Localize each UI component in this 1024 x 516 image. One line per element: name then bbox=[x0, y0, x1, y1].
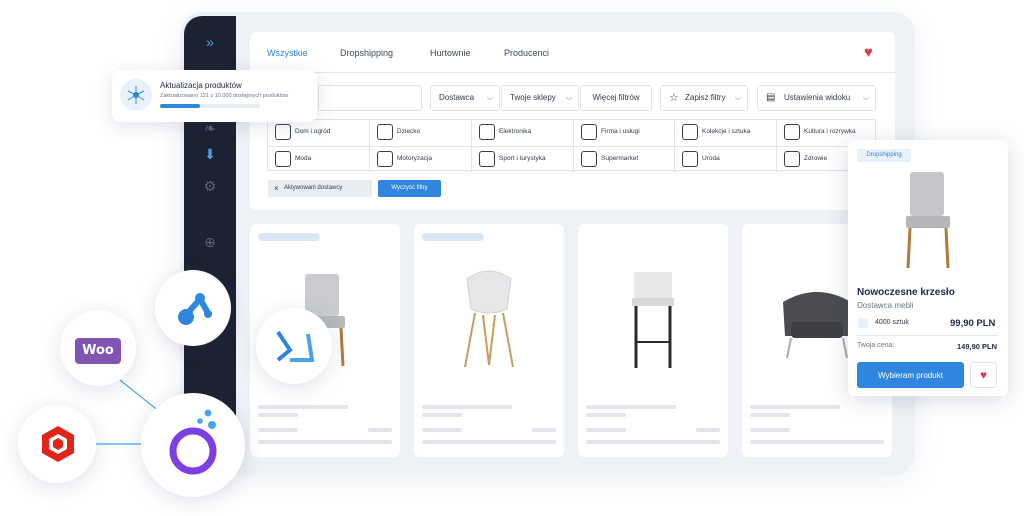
lotus-icon bbox=[682, 151, 698, 167]
product-name: Nowoczesne krzesło bbox=[857, 287, 955, 298]
product-card[interactable] bbox=[414, 224, 564, 457]
teddy-bear-icon bbox=[377, 124, 393, 140]
settings-icon[interactable]: ⚙ bbox=[202, 178, 218, 194]
category-sport-i-turystyka[interactable]: Sport i turystyka bbox=[473, 146, 546, 172]
product-stock: 4000 sztuk bbox=[875, 319, 909, 326]
tab-wszystkie[interactable]: Wszystkie bbox=[267, 48, 308, 58]
tv-icon bbox=[479, 124, 495, 140]
chair-image bbox=[464, 270, 514, 368]
product-card[interactable] bbox=[578, 224, 728, 457]
search-input[interactable] bbox=[318, 85, 422, 111]
close-icon[interactable]: × bbox=[274, 180, 279, 197]
category-firma-i-uslugi[interactable]: Firma i usługi bbox=[575, 119, 640, 145]
supplier-select[interactable]: Dostawca ⌵ bbox=[430, 85, 500, 111]
your-price-value: 149,90 PLN bbox=[957, 342, 998, 351]
stock-chart-icon bbox=[858, 318, 868, 328]
handshake-icon bbox=[581, 124, 597, 140]
tab-producenci[interactable]: Producenci bbox=[504, 48, 549, 58]
shoper-logo bbox=[42, 426, 74, 462]
armchair-image bbox=[783, 292, 851, 359]
category-dom-i-ogrod[interactable]: Dom i ogród bbox=[269, 119, 330, 145]
category-label: Kultura i rozrywka bbox=[804, 128, 856, 135]
product-price: 99,90 PLN bbox=[950, 318, 996, 329]
more-filters-label: Więcej filtrów bbox=[592, 93, 640, 102]
view-settings-label: Ustawienia widoku bbox=[784, 93, 851, 102]
guitar-icon bbox=[784, 124, 800, 140]
heartbeat-icon bbox=[784, 151, 800, 167]
notification-title: Aktualizacja produktów bbox=[160, 81, 242, 90]
woocommerce-logo: Woo bbox=[75, 338, 121, 364]
chevron-down-icon: ⌵ bbox=[734, 93, 741, 102]
view-settings-icon: ▤ bbox=[766, 92, 776, 103]
home-garden-icon bbox=[275, 124, 291, 140]
arrow-logo bbox=[276, 330, 315, 362]
category-dziecko[interactable]: Dziecko bbox=[371, 119, 420, 145]
clothes-icon bbox=[275, 151, 291, 167]
bar-stool-image bbox=[632, 272, 674, 368]
star-icon: ☆ bbox=[669, 92, 679, 104]
add-icon[interactable]: ⊕ bbox=[202, 234, 218, 250]
chip-label: Aktywowani dostawcy bbox=[284, 185, 343, 191]
expand-sidebar-icon[interactable]: » bbox=[202, 34, 218, 50]
category-label: Dziecko bbox=[397, 128, 421, 135]
tab-divider bbox=[250, 72, 895, 73]
leaf-icon[interactable]: ❧ bbox=[202, 120, 218, 136]
platform-logo bbox=[169, 409, 217, 475]
category-label: Dom i ogród bbox=[295, 128, 331, 135]
category-zdrowie[interactable]: Zdrowie bbox=[778, 146, 827, 172]
category-label: Elektronika bbox=[499, 128, 532, 135]
progress-bar bbox=[160, 104, 200, 108]
supplier-select-label: Dostawca bbox=[439, 93, 475, 102]
painting-icon bbox=[682, 124, 698, 140]
notification-subtitle: Zaktualizowano 121 z 10.000 dostępnych p… bbox=[160, 93, 289, 99]
category-kultura-i-rozrywka[interactable]: Kultura i rozrywka bbox=[778, 119, 856, 145]
category-label: Zdrowie bbox=[804, 155, 828, 162]
category-label: Kolekcje i sztuka bbox=[702, 128, 751, 135]
category-label: Supermarket bbox=[601, 155, 639, 162]
chevron-down-icon: ⌵ bbox=[486, 93, 493, 102]
category-uroda[interactable]: Uroda bbox=[676, 146, 720, 172]
save-filters-button[interactable]: ☆ Zapisz filtry ⌵ bbox=[660, 85, 748, 111]
chevron-down-icon: ⌵ bbox=[565, 93, 572, 102]
dropshipping-badge: Dropshipping bbox=[857, 149, 911, 162]
view-settings-select[interactable]: ▤ Ustawienia widoku ⌵ bbox=[757, 85, 876, 111]
divider bbox=[857, 335, 998, 336]
clear-filters-button[interactable]: Wyczyść filtry bbox=[378, 180, 441, 197]
more-filters-button[interactable]: Więcej filtrów bbox=[580, 85, 652, 111]
baselinker-logo bbox=[178, 293, 212, 325]
category-moda[interactable]: Moda bbox=[269, 146, 311, 172]
heart-icon[interactable]: ♥ bbox=[970, 362, 997, 388]
category-label: Uroda bbox=[702, 155, 720, 162]
save-filters-label: Zapisz filtry bbox=[685, 93, 726, 102]
tab-hurtownie[interactable]: Hurtownie bbox=[430, 48, 471, 58]
network-icon bbox=[120, 79, 152, 111]
category-kolekcje-i-sztuka[interactable]: Kolekcje i sztuka bbox=[676, 119, 750, 145]
bicycle-icon bbox=[479, 151, 495, 167]
your-price-label: Twoja cena: bbox=[857, 342, 895, 349]
chair-image bbox=[906, 172, 950, 269]
product-supplier: Dostawca mebli bbox=[857, 301, 914, 310]
category-supermarket[interactable]: Supermarket bbox=[575, 146, 638, 172]
shops-select-label: Twoje sklepy bbox=[510, 93, 556, 102]
category-label: Moda bbox=[295, 155, 312, 162]
category-label: Sport i turystyka bbox=[499, 155, 546, 162]
import-icon[interactable]: ⬇ bbox=[202, 146, 218, 162]
cart-icon bbox=[581, 151, 597, 167]
category-label: Motoryzacja bbox=[397, 155, 433, 162]
category-elektronika[interactable]: Elektronika bbox=[473, 119, 531, 145]
category-motoryzacja[interactable]: Motoryzacja bbox=[371, 146, 432, 172]
chevron-down-icon: ⌵ bbox=[862, 93, 869, 102]
favorites-heart-icon[interactable]: ♥ bbox=[864, 44, 873, 61]
shops-select[interactable]: Twoje sklepy ⌵ bbox=[501, 85, 579, 111]
car-icon bbox=[377, 151, 393, 167]
tab-dropshipping[interactable]: Dropshipping bbox=[340, 48, 393, 58]
category-label: Firma i usługi bbox=[601, 128, 640, 135]
choose-product-button[interactable]: Wybieram produkt bbox=[857, 362, 964, 388]
active-filter-chip[interactable]: × Aktywowani dostawcy bbox=[268, 180, 372, 197]
